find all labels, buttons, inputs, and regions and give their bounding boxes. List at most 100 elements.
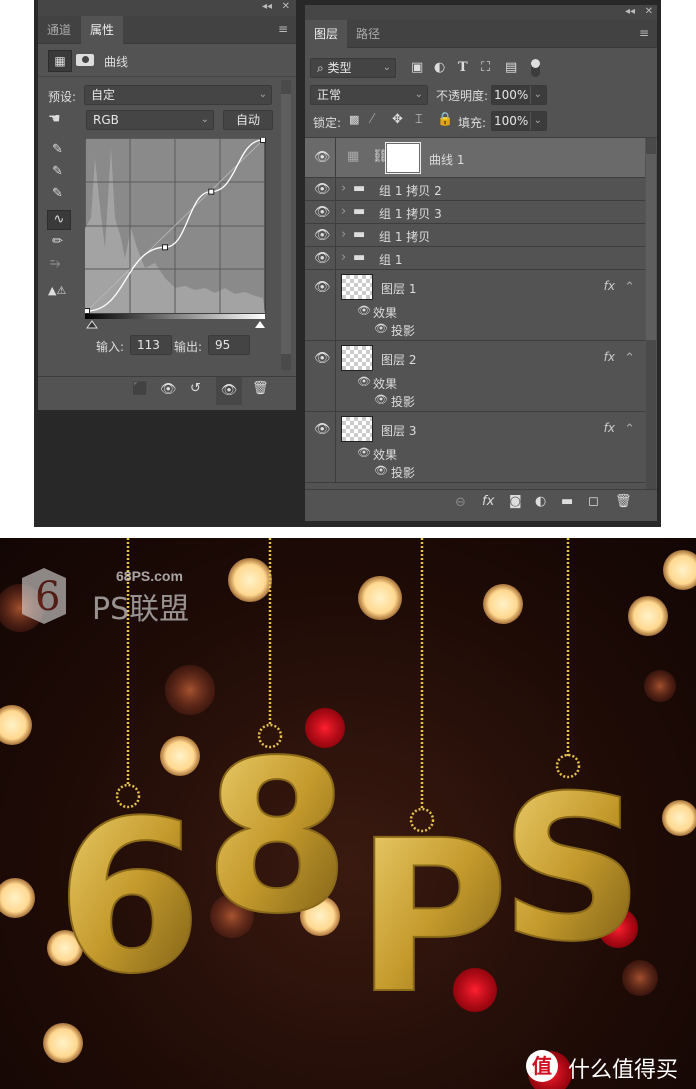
close-icon[interactable]: ✕ <box>282 1 290 12</box>
layer-row-3[interactable]: 👁 图层 3 fx ⌃ 👁 效果 👁 投影 <box>305 412 645 483</box>
delete-layer-icon[interactable]: 🗑 <box>615 494 632 509</box>
curve-point[interactable] <box>161 244 168 251</box>
eyedropper-black-icon[interactable]: ✎ <box>52 142 63 157</box>
filter-smart-object-icon[interactable]: ▤ <box>505 60 517 75</box>
layer-row-curves[interactable]: 👁 ▦ ⛓ 曲线 1 <box>305 138 645 178</box>
eye-icon[interactable]: 👁 <box>314 422 331 437</box>
channel-select[interactable]: RGB ⌄ <box>86 110 214 130</box>
curve-point[interactable] <box>260 138 266 143</box>
mask-icon[interactable] <box>76 54 94 66</box>
filter-shape-icon[interactable]: ⛶ <box>481 60 490 75</box>
filter-pixel-icon[interactable]: ▣ <box>411 60 423 75</box>
pencil-icon[interactable]: ✏ <box>52 234 63 249</box>
layer-name[interactable]: 图层 1 <box>381 280 416 297</box>
eye-icon[interactable]: 👁 <box>314 351 331 366</box>
new-group-icon[interactable]: ▬ <box>561 494 573 509</box>
eye-icon[interactable]: 👁 <box>357 375 371 388</box>
layer-name[interactable]: 图层 3 <box>381 422 416 439</box>
clip-to-layer-icon[interactable]: ⬛ <box>132 382 148 397</box>
chevron-down-icon[interactable]: ⌄ <box>529 86 542 104</box>
collapse-effects-icon[interactable]: ⌃ <box>624 422 635 437</box>
blend-mode-select[interactable]: 正常 ⌄ <box>310 85 428 105</box>
tab-paths[interactable]: 路径 <box>347 20 389 48</box>
filter-type-icon[interactable]: T <box>458 60 468 75</box>
close-icon[interactable]: ✕ <box>645 6 653 17</box>
layer-name[interactable]: 组 1 拷贝 2 <box>379 182 442 199</box>
chevron-right-icon[interactable]: › <box>341 227 346 242</box>
layer-name[interactable]: 曲线 1 <box>429 151 464 168</box>
layer-name[interactable]: 组 1 <box>379 251 402 268</box>
effect-drop-shadow[interactable]: 投影 <box>391 464 415 481</box>
layer-row-group[interactable]: 👁 › ▬ 组 1 拷贝 3 <box>305 201 645 224</box>
panel-menu-icon[interactable]: ≡ <box>639 26 649 40</box>
tab-properties[interactable]: 属性 <box>81 16 124 44</box>
auto-button[interactable]: 自动 <box>223 110 273 130</box>
eye-icon[interactable]: 👁 <box>374 322 388 335</box>
curves-icon[interactable]: ▦ <box>48 50 72 72</box>
layer-row-group[interactable]: 👁 › ▬ 组 1 拷贝 2 <box>305 178 645 201</box>
fx-icon[interactable]: fx <box>604 421 615 435</box>
white-point-slider[interactable] <box>255 321 265 328</box>
view-previous-icon[interactable]: 👁 <box>160 382 177 397</box>
eyedropper-white-icon[interactable]: ✎ <box>52 186 63 201</box>
chevron-down-icon[interactable]: ⌄ <box>529 112 542 130</box>
eye-icon[interactable]: 👁 <box>314 251 331 266</box>
scrollbar[interactable] <box>281 80 291 370</box>
clipping-warning-icon[interactable]: ▲⚠ <box>48 284 66 297</box>
new-adjustment-icon[interactable]: ◐ <box>535 494 546 509</box>
preset-select[interactable]: 自定 ⌄ <box>84 85 272 105</box>
lock-all-icon[interactable]: 🔒 <box>437 112 453 127</box>
fx-icon[interactable]: fx <box>604 350 615 364</box>
eye-icon[interactable]: 👁 <box>314 150 331 165</box>
layer-row-2[interactable]: 👁 图层 2 fx ⌃ 👁 效果 👁 投影 <box>305 341 645 412</box>
opacity-field[interactable]: 100% ⌄ <box>491 85 547 105</box>
curve-point[interactable] <box>85 308 90 314</box>
eye-icon[interactable]: 👁 <box>374 464 388 477</box>
layer-name[interactable]: 组 1 拷贝 3 <box>379 205 442 222</box>
lock-paint-brush-icon[interactable]: ⁄ <box>371 112 373 127</box>
filter-adjustment-icon[interactable]: ◐ <box>434 60 445 75</box>
chevron-right-icon[interactable]: › <box>341 250 346 265</box>
black-point-slider[interactable] <box>86 320 98 329</box>
input-field[interactable]: 113 <box>130 335 172 355</box>
filter-toggle[interactable] <box>531 59 540 77</box>
layer-mask-thumbnail[interactable] <box>385 142 421 174</box>
chevron-right-icon[interactable]: › <box>341 204 346 219</box>
reset-icon[interactable]: ↺ <box>190 381 201 396</box>
fill-field[interactable]: 100% ⌄ <box>491 111 547 131</box>
eye-icon[interactable]: 👁 <box>314 228 331 243</box>
new-layer-icon[interactable]: ◻ <box>588 494 599 509</box>
curve-edit-icon[interactable]: ∿ <box>47 210 71 230</box>
effect-drop-shadow[interactable]: 投影 <box>391 393 415 410</box>
lock-transparent-icon[interactable]: ▩ <box>349 113 359 126</box>
eye-icon[interactable]: 👁 <box>357 446 371 459</box>
eye-icon[interactable]: 👁 <box>357 304 371 317</box>
add-style-fx-icon[interactable]: fx <box>482 494 494 509</box>
output-field[interactable]: 95 <box>208 335 250 355</box>
add-mask-icon[interactable]: ◙ <box>509 494 522 509</box>
curve-point[interactable] <box>208 188 215 195</box>
filter-type-select[interactable]: ⌕ 类型 ⌄ <box>310 58 396 78</box>
curves-graph[interactable] <box>85 138 267 330</box>
panel-menu-icon[interactable]: ≡ <box>278 22 288 36</box>
eye-icon[interactable]: 👁 <box>314 205 331 220</box>
smooth-icon[interactable]: ⥲ <box>50 256 60 271</box>
layer-row-group[interactable]: 👁 › ▬ 组 1 拷贝 <box>305 224 645 247</box>
fx-icon[interactable]: fx <box>604 279 615 293</box>
collapse-effects-icon[interactable]: ⌃ <box>624 280 635 295</box>
tab-layers[interactable]: 图层 <box>305 20 348 48</box>
lock-position-move-icon[interactable]: ✥ <box>392 112 403 127</box>
layer-name[interactable]: 图层 2 <box>381 351 416 368</box>
eye-icon[interactable]: 👁 <box>314 280 331 295</box>
target-adjust-hand-icon[interactable]: ☚ <box>48 111 61 127</box>
tab-channels[interactable]: 通道 <box>38 16 80 44</box>
scrollbar[interactable] <box>646 138 656 489</box>
layer-row-group[interactable]: 👁 › ▬ 组 1 <box>305 247 645 270</box>
lock-artboard-icon[interactable]: ⌶ <box>415 112 423 127</box>
collapse-icon[interactable]: ◂◂ <box>262 1 272 12</box>
collapse-icon[interactable]: ◂◂ <box>625 6 635 17</box>
eye-icon[interactable]: 👁 <box>374 393 388 406</box>
link-layers-icon[interactable]: ⊖ <box>455 495 466 510</box>
effect-drop-shadow[interactable]: 投影 <box>391 322 415 339</box>
layer-name[interactable]: 组 1 拷贝 <box>379 228 430 245</box>
